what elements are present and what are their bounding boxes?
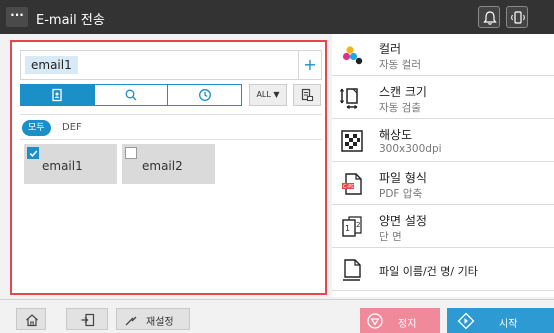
tab-search[interactable]: [95, 85, 169, 105]
destination-tile-email1[interactable]: email1: [24, 144, 117, 184]
destination-tabs: [20, 84, 242, 106]
setting-file-name[interactable]: 파일 이름/건 명/ 기타: [332, 249, 554, 291]
setting-scan-size[interactable]: 스캔 크기 자동 검출: [332, 77, 554, 119]
notification-button[interactable]: [478, 6, 500, 28]
tab-address-book[interactable]: [21, 85, 95, 105]
reset-button[interactable]: 재설정: [116, 308, 190, 330]
start-label: 시작: [499, 319, 518, 330]
destination-chip[interactable]: email1: [25, 56, 78, 74]
list-print-button[interactable]: [293, 84, 321, 106]
logout-button[interactable]: [66, 308, 108, 330]
reset-icon: [125, 316, 137, 326]
tile-label: email2: [142, 159, 183, 173]
svg-text:C-PDF: C-PDF: [343, 184, 358, 190]
tile-label: email1: [42, 159, 83, 173]
setting-value: PDF 압축: [379, 188, 423, 200]
address-book-icon: [52, 88, 62, 102]
bell-icon: [483, 11, 497, 25]
checkbox-checked[interactable]: [27, 147, 39, 159]
destination-panel: email1 + ALL ▼ 모두 DEF email1 email2: [10, 40, 327, 295]
stop-label: 정지: [398, 319, 417, 330]
setting-title: 컬러: [379, 42, 402, 56]
tab-history[interactable]: [168, 85, 241, 105]
duplex-icon: 1 2: [342, 216, 362, 237]
setting-value: 300x300dpi: [379, 143, 442, 155]
svg-text:2: 2: [356, 221, 360, 229]
setting-title: 파일 이름/건 명/ 기타: [379, 265, 478, 278]
divider: [20, 114, 322, 115]
mobile-connect-button[interactable]: [506, 6, 528, 28]
start-button[interactable]: 시작: [447, 308, 554, 333]
history-clock-icon: [198, 89, 211, 101]
svg-text:1: 1: [345, 224, 350, 233]
index-all-dropdown[interactable]: ALL ▼: [249, 84, 287, 106]
color-icon: [342, 46, 363, 65]
setting-duplex[interactable]: 1 2 양면 설정 단 면: [332, 206, 554, 248]
home-button[interactable]: [16, 308, 46, 330]
destination-field[interactable]: email1: [20, 50, 308, 80]
home-icon: [26, 314, 38, 327]
search-icon: [125, 89, 137, 101]
list-print-icon: [301, 88, 314, 102]
setting-title: 파일 형식: [379, 171, 427, 185]
stop-button[interactable]: 정지: [360, 308, 440, 333]
mobile-nfc-icon: [511, 11, 525, 24]
destination-tile-email2[interactable]: email2: [122, 144, 215, 184]
setting-value: 단 면: [379, 231, 402, 243]
check-icon: [29, 150, 38, 157]
setting-title: 해상도: [379, 128, 413, 142]
reset-label: 재설정: [146, 317, 174, 328]
filter-all-pill[interactable]: 모두: [22, 120, 51, 136]
logout-icon: [81, 313, 95, 327]
setting-color[interactable]: 컬러 자동 컬러: [332, 34, 554, 76]
setting-value: 자동 컬러: [379, 59, 421, 71]
add-destination-button[interactable]: +: [298, 50, 322, 80]
divider: [20, 139, 322, 140]
setting-file-type[interactable]: C-PDF 파일 형식 PDF 압축: [332, 163, 554, 205]
stop-icon: [367, 313, 383, 329]
pdf-file-icon: C-PDF: [342, 173, 362, 195]
setting-value: 자동 검출: [379, 102, 421, 114]
scan-size-icon: [340, 88, 358, 110]
title-bar: ··· E-mail 전송: [0, 0, 554, 34]
filter-index-def[interactable]: DEF: [62, 120, 82, 136]
setting-resolution[interactable]: 해상도 300x300dpi: [332, 120, 554, 162]
document-icon: [343, 259, 361, 281]
checkbox-unchecked[interactable]: [125, 147, 137, 159]
setting-title: 양면 설정: [379, 214, 427, 228]
resolution-icon: [341, 130, 363, 152]
settings-list: 컬러 자동 컬러 스캔 크기 자동 검출 해상도 300x300dpi C-PD…: [332, 34, 554, 297]
menu-button[interactable]: ···: [6, 7, 28, 27]
window-title: E-mail 전송: [36, 13, 105, 28]
setting-title: 스캔 크기: [379, 85, 427, 99]
start-icon: [457, 312, 475, 330]
